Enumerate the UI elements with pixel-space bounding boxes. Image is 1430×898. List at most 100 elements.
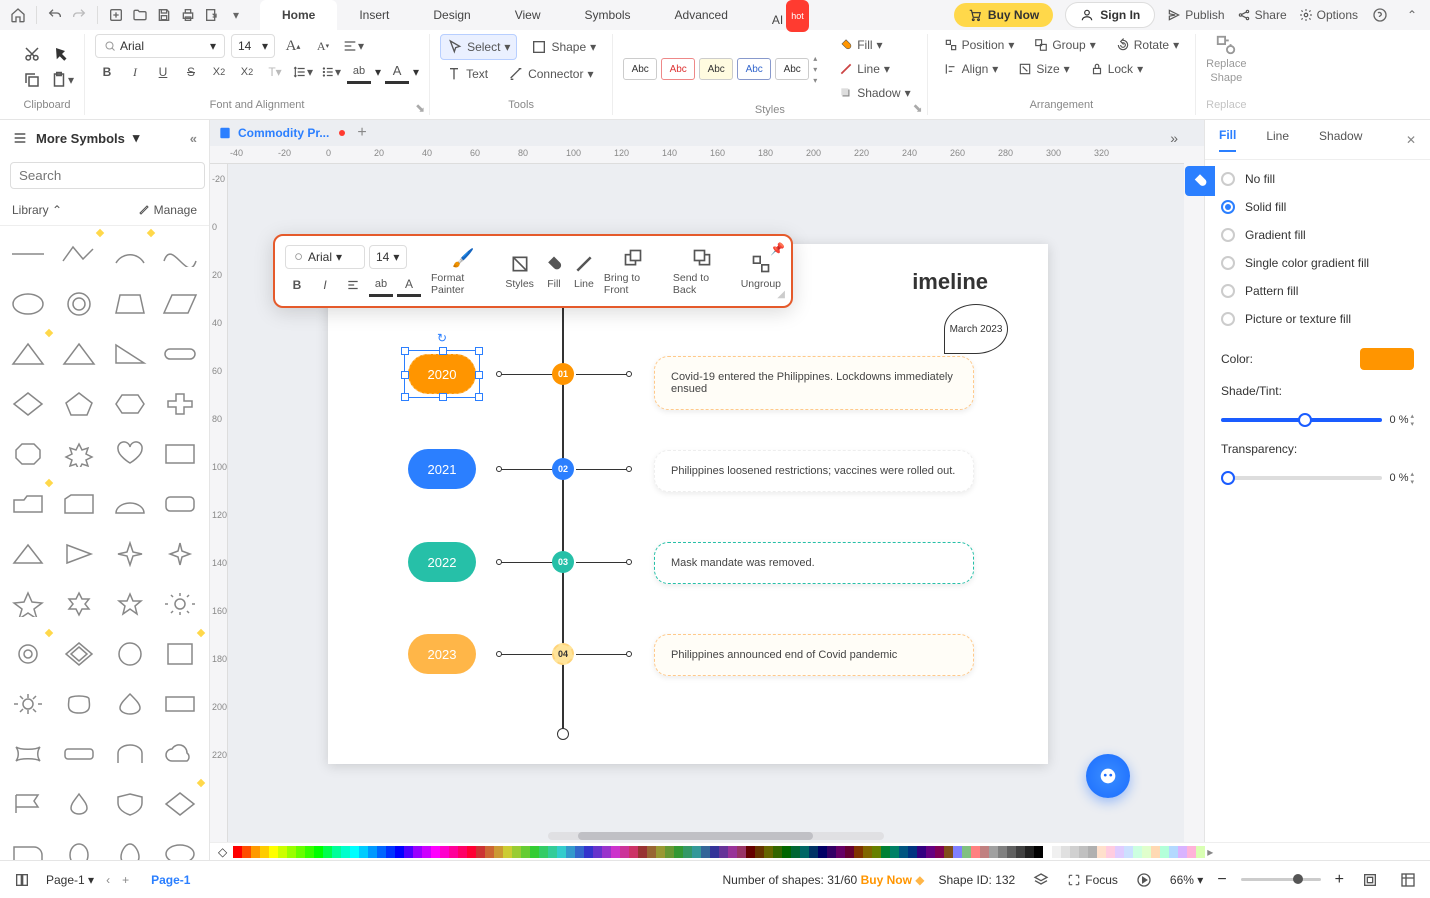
palette-swatch[interactable] (899, 846, 908, 858)
style-5[interactable]: Abc (775, 58, 809, 80)
font-select[interactable]: Arial▾ (95, 34, 225, 58)
shape-play[interactable] (59, 534, 99, 574)
palette-swatch[interactable] (341, 846, 350, 858)
font-size-select[interactable]: 14▾ (231, 34, 275, 58)
collapse-left-icon[interactable]: « (190, 131, 197, 146)
palette-swatch[interactable] (1133, 846, 1142, 858)
float-format-painter[interactable]: 🖌️Format Painter (431, 246, 495, 296)
zoom-in-icon[interactable]: + (1335, 871, 1344, 889)
palette-swatch[interactable] (944, 846, 953, 858)
rp-close-icon[interactable]: ✕ (1406, 133, 1416, 147)
palette-swatch[interactable] (305, 846, 314, 858)
palette-swatch[interactable] (890, 846, 899, 858)
undo-icon[interactable] (45, 5, 65, 25)
drawing-page[interactable]: imeline March 2023 2020 ↻ 01 Covid-19 en… (328, 244, 1048, 764)
cut-icon[interactable] (20, 42, 44, 66)
palette-swatch[interactable] (1034, 846, 1043, 858)
palette-swatch[interactable] (557, 846, 566, 858)
shape-star-burst[interactable] (59, 434, 99, 474)
palette-swatch[interactable] (368, 846, 377, 858)
sign-in-button[interactable]: Sign In (1065, 2, 1155, 28)
zoom-slider[interactable] (1241, 878, 1321, 881)
palette-swatch[interactable] (782, 846, 791, 858)
float-italic-icon[interactable]: I (313, 273, 337, 297)
fill-opt-solid[interactable]: Solid fill (1221, 200, 1414, 214)
shape-diamond[interactable] (8, 384, 48, 424)
tab-view[interactable]: View (493, 0, 563, 30)
palette-swatch[interactable] (1196, 846, 1205, 858)
share-button[interactable]: Share (1237, 8, 1287, 22)
shape-circle[interactable] (110, 634, 150, 674)
style-2[interactable]: Abc (661, 58, 695, 80)
shape-rect[interactable] (160, 434, 200, 474)
palette-swatch[interactable] (1070, 846, 1079, 858)
palette-swatch[interactable] (233, 846, 242, 858)
palette-swatch[interactable] (260, 846, 269, 858)
bullets-icon[interactable]: ▾ (319, 60, 343, 84)
shape-plate[interactable] (59, 734, 99, 774)
shape-cog[interactable] (8, 684, 48, 724)
shape-triangle[interactable] (8, 334, 48, 374)
shape-diamond-frame[interactable] (59, 634, 99, 674)
palette-swatch[interactable] (692, 846, 701, 858)
palette-swatch[interactable] (1007, 846, 1016, 858)
shape-right-triangle[interactable] (110, 334, 150, 374)
rp-tab-shadow[interactable]: Shadow (1319, 129, 1362, 151)
palette-swatch[interactable] (863, 846, 872, 858)
color-swatch[interactable] (1360, 348, 1414, 370)
options-button[interactable]: Options (1299, 8, 1358, 22)
desc-2023[interactable]: Philippines announced end of Covid pande… (654, 634, 974, 676)
rp-tab-fill[interactable]: Fill (1219, 128, 1236, 152)
expand-font-icon[interactable]: ⬊ (415, 101, 425, 111)
float-line[interactable]: Line (574, 252, 594, 290)
shape-card[interactable] (59, 484, 99, 524)
desc-2022[interactable]: Mask mandate was removed. (654, 542, 974, 584)
symbol-search-input[interactable] (10, 162, 205, 189)
italic-icon[interactable]: I (123, 60, 147, 84)
palette-swatch[interactable] (1052, 846, 1061, 858)
palette-swatch[interactable] (602, 846, 611, 858)
shape-ellipse[interactable] (8, 284, 48, 324)
shape-blob[interactable] (59, 684, 99, 724)
palette-swatch[interactable] (1106, 846, 1115, 858)
shape-star6[interactable] (59, 584, 99, 624)
shape-line[interactable] (8, 234, 48, 274)
text-tool[interactable]: Text (440, 62, 494, 86)
fill-opt-picture[interactable]: Picture or texture fill (1221, 312, 1414, 326)
font-color-icon[interactable]: A (385, 60, 409, 84)
chat-assistant-icon[interactable] (1086, 754, 1130, 798)
palette-swatch[interactable] (935, 846, 944, 858)
palette-swatch[interactable] (548, 846, 557, 858)
align-dropdown-icon[interactable]: ▾ (341, 34, 365, 58)
palette-swatch[interactable] (1079, 846, 1088, 858)
shape-pentagon[interactable] (59, 384, 99, 424)
palette-swatch[interactable] (962, 846, 971, 858)
rotate-handle-icon[interactable]: ↻ (437, 331, 451, 345)
fill-dropdown[interactable]: Fill ▾ (833, 34, 916, 56)
palette-swatch[interactable] (494, 846, 503, 858)
strike-icon[interactable]: S (179, 60, 203, 84)
palette-swatch[interactable] (512, 846, 521, 858)
palette-swatch[interactable] (287, 846, 296, 858)
desc-2021[interactable]: Philippines loosened restrictions; vacci… (654, 450, 974, 492)
shape-shield[interactable] (110, 784, 150, 824)
palette-swatch[interactable] (1169, 846, 1178, 858)
add-page-icon[interactable]: + (122, 873, 129, 887)
eyedropper-icon[interactable]: ◇ (218, 845, 227, 859)
shape-tab[interactable] (8, 834, 48, 860)
new-icon[interactable] (106, 5, 126, 25)
palette-swatch[interactable] (1043, 846, 1052, 858)
tab-home[interactable]: Home (260, 0, 337, 30)
palette-swatch[interactable] (1097, 846, 1106, 858)
float-size-select[interactable]: 14▾ (369, 245, 407, 269)
styles-down-icon[interactable]: ▾ (813, 65, 817, 74)
palette-swatch[interactable] (980, 846, 989, 858)
shape-egg[interactable] (59, 834, 99, 860)
palette-swatch[interactable] (539, 846, 548, 858)
palette-swatch[interactable] (629, 846, 638, 858)
node-01[interactable]: 01 (552, 363, 574, 385)
palette-swatch[interactable] (476, 846, 485, 858)
zoom-level[interactable]: 66% ▾ (1170, 873, 1203, 887)
palette-swatch[interactable] (737, 846, 746, 858)
palette-swatch[interactable] (674, 846, 683, 858)
